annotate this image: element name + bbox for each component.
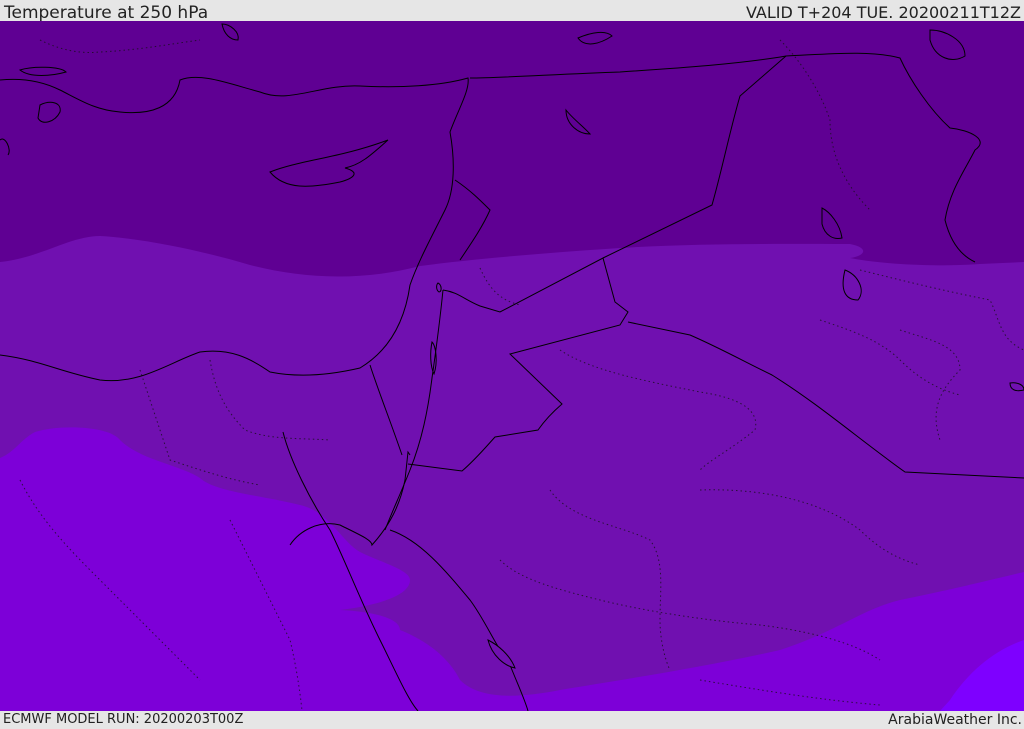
brand-label: ArabiaWeather Inc. [888,712,1022,728]
model-run-label: ECMWF MODEL RUN: 20200203T00Z [3,712,244,727]
footer-bar: ECMWF MODEL RUN: 20200203T00Z ArabiaWeat… [0,711,1024,729]
map-title: Temperature at 250 hPa [4,3,209,23]
valid-time: VALID T+204 TUE. 20200211T12Z [745,3,1021,22]
header-bar: Temperature at 250 hPa VALID T+204 TUE. … [0,0,1024,23]
weather-map[interactable] [0,21,1024,711]
map-canvas [0,21,1024,711]
